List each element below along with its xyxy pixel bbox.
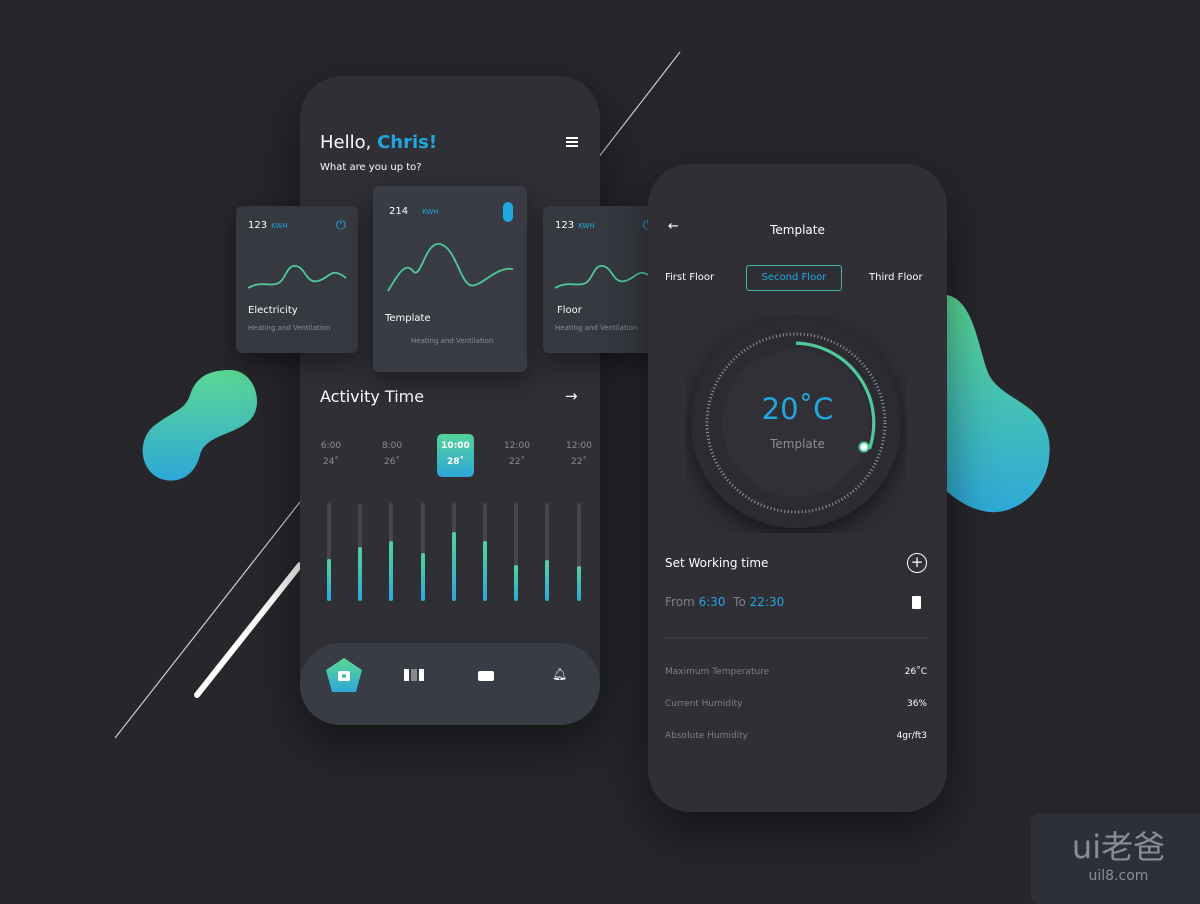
timeline-time: 10:00 — [441, 441, 470, 451]
timeline-time: 12:00 — [504, 441, 530, 451]
wallet-icon[interactable] — [478, 671, 494, 681]
watermark-url: uil8.com — [1088, 868, 1149, 884]
timeline-item[interactable]: 8:00 26˚ — [372, 441, 412, 467]
timeline-time: 8:00 — [381, 441, 403, 451]
activity-bar — [576, 503, 581, 601]
activity-bar — [358, 503, 363, 601]
divider — [665, 637, 927, 638]
activity-bar — [483, 503, 487, 601]
arrow-right-icon[interactable]: → — [565, 387, 578, 405]
stat-current-humidity: Current Humidity 36% — [665, 699, 927, 709]
activity-bar-fill — [483, 541, 487, 601]
activity-bar — [451, 503, 456, 601]
activity-bar-fill — [327, 558, 331, 601]
activity-title: Activity Time — [320, 387, 425, 406]
left-blob — [142, 370, 258, 481]
subtitle: What are you up to? — [320, 162, 422, 173]
timeline-temp: 28˚ — [446, 457, 465, 467]
timeline-item[interactable]: 6:00 24˚ — [311, 441, 351, 467]
activity-bar — [389, 503, 394, 601]
activity-bar-fill — [358, 547, 363, 601]
timeline-item[interactable]: 10:00 28˚ — [437, 434, 474, 477]
add-icon[interactable]: + — [907, 553, 927, 573]
thermometer-icon — [503, 202, 513, 222]
home-icon[interactable] — [325, 657, 363, 693]
activity-bar — [420, 503, 425, 601]
timeline-temp: 24˚ — [323, 457, 339, 467]
screen-title: Template — [770, 223, 825, 237]
sparkline — [247, 265, 347, 289]
watermark-logo: ui老爸 — [1071, 828, 1166, 866]
trash-icon[interactable] — [912, 596, 921, 609]
tab-third-floor[interactable]: Third Floor — [869, 272, 923, 283]
activity-bar — [514, 503, 519, 601]
stat-max-temperature: Maximum Temperature 26˚C — [665, 667, 927, 677]
dial-label: Template — [770, 437, 825, 451]
activity-bar-fill — [576, 565, 581, 601]
timeline-item[interactable]: 12:00 22˚ — [497, 441, 537, 467]
activity-bar — [545, 503, 550, 601]
temperature-value: 20˚C — [761, 392, 834, 426]
tab-second-floor[interactable]: Second Floor — [746, 265, 842, 291]
plug-icon: ⏻ — [335, 218, 346, 233]
tab-first-floor[interactable]: First Floor — [665, 272, 714, 283]
timeline-temp: 22˚ — [509, 457, 525, 467]
bell-icon[interactable]: 🔔︎ — [552, 667, 567, 681]
columns-icon[interactable] — [404, 669, 424, 681]
working-time-label: Set Working time — [665, 556, 769, 570]
bottom-nav: 🔔︎ — [300, 643, 600, 725]
activity-bar-fill — [545, 559, 550, 601]
card-electricity[interactable]: 123 KWH ⏻ Electricity Heating and Ventila… — [236, 206, 358, 353]
home-screen: Hello, Chris! What are you up to? Activi… — [300, 76, 600, 725]
greeting: Hello, Chris! — [320, 132, 438, 153]
background-decoration — [114, 51, 1050, 739]
watermark: ui老爸 uil8.com — [1031, 814, 1200, 904]
sparkline — [554, 265, 654, 289]
stat-absolute-humidity: Absolute Humidity 4gr/ft3 — [665, 731, 927, 741]
timeline-item[interactable]: 12:00 22˚ — [559, 441, 599, 467]
working-time-range[interactable]: From 6:30 To 22:30 — [665, 595, 784, 609]
sparkline — [387, 243, 514, 292]
timeline-temp: 26˚ — [384, 457, 400, 467]
timeline-temp: 22˚ — [571, 457, 587, 467]
activity-bar-fill — [420, 552, 425, 601]
card-floor[interactable]: 123KWH ⏻ Floor Heating and Ventilation — [543, 206, 665, 353]
activity-bar-fill — [389, 541, 394, 601]
activity-bar-fill — [514, 564, 519, 601]
activity-bar-fill — [451, 532, 456, 601]
right-blob — [947, 295, 1050, 513]
timeline-time: 12:00 — [566, 441, 592, 451]
timeline-time: 6:00 — [320, 441, 342, 451]
activity-bar — [327, 503, 331, 601]
menu-icon[interactable] — [566, 137, 578, 147]
card-template[interactable]: 214 KWH Template Heating and Ventilation — [373, 186, 527, 372]
